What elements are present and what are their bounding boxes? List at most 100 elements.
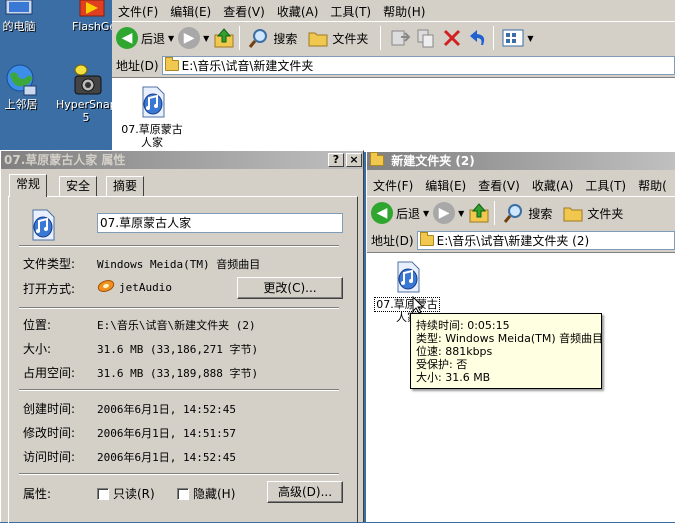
- toolbar-separator: [239, 26, 241, 50]
- address-input[interactable]: E:\音乐\试音\新建文件夹: [161, 56, 675, 75]
- menu-edit[interactable]: 编辑(E): [419, 177, 472, 194]
- file-list-area[interactable]: 07.草原蒙古 人家: [112, 78, 675, 152]
- menu-file[interactable]: 文件(F): [367, 177, 419, 194]
- desktop-icon-network[interactable]: 上邻居: [0, 64, 46, 112]
- menu-help[interactable]: 帮助(H): [377, 3, 431, 20]
- forward-button[interactable]: ▶ ▼: [433, 202, 464, 224]
- forward-arrow-icon: ▶: [433, 202, 456, 224]
- open-with-label: 打开方式:: [23, 282, 76, 296]
- menu-edit[interactable]: 编辑(E): [164, 3, 217, 20]
- search-icon: [504, 204, 523, 223]
- divider: [19, 245, 339, 247]
- back-button[interactable]: ◀ 后退 ▼: [371, 202, 429, 224]
- toolbar-separator: [493, 26, 495, 50]
- search-button[interactable]: 搜索: [248, 27, 297, 49]
- menu-bar: 文件(F) 编辑(E) 查看(V) 收藏(A) 工具(T) 帮助(: [367, 174, 675, 196]
- file-type-label: 文件类型:: [23, 257, 76, 271]
- disk-size-label: 占用空间:: [23, 366, 76, 380]
- file-type-value: Windows Meida(TM) 音频曲目: [97, 258, 261, 271]
- back-button[interactable]: ◀ 后退 ▼: [116, 27, 174, 49]
- copy-to-button[interactable]: [415, 27, 437, 49]
- audio-file-icon: [142, 86, 165, 118]
- address-bar: 地址(D) E:\音乐\试音\新建文件夹 (2): [367, 229, 675, 253]
- file-info-tooltip: 持续时间: 0:05:15 类型: Windows Meida(TM) 音频曲目…: [410, 313, 603, 389]
- mouse-cursor-icon: [412, 296, 424, 314]
- toolbar: ◀ 后退 ▼ ▶ ▼ 搜索 文件夹: [112, 21, 675, 55]
- forward-button[interactable]: ▶ ▼: [178, 27, 209, 49]
- jetaudio-icon: [97, 280, 115, 292]
- menu-help[interactable]: 帮助(: [632, 177, 673, 194]
- folder-icon: [419, 232, 434, 246]
- up-folder-icon: [469, 203, 489, 223]
- toolbar: ◀ 后退 ▼ ▶ ▼ 搜索 文件夹: [367, 196, 675, 230]
- move-to-button[interactable]: [389, 27, 411, 49]
- forward-arrow-icon: ▶: [178, 27, 201, 49]
- folders-icon: [563, 207, 583, 222]
- help-button[interactable]: ?: [328, 153, 344, 167]
- advanced-button[interactable]: 高级(D)...: [267, 481, 343, 503]
- menu-file[interactable]: 文件(F): [112, 3, 164, 20]
- dialog-title: 07.草原蒙古人家 属性: [4, 153, 126, 167]
- hypersnap-camera-icon: [74, 64, 102, 95]
- size-label: 大小:: [23, 342, 52, 356]
- undo-button[interactable]: [467, 27, 489, 49]
- audio-file-icon: [32, 209, 55, 241]
- views-grid-icon: [502, 29, 524, 47]
- dialog-title-bar[interactable]: 07.草原蒙古人家 属性: [1, 151, 363, 169]
- tooltip-bitrate: 位速: 881kbps: [416, 345, 493, 358]
- accessed-label: 访问时间:: [23, 450, 76, 464]
- change-button[interactable]: 更改(C)...: [237, 277, 343, 299]
- toolbar-separator: [494, 201, 496, 225]
- flashget-icon: [79, 0, 105, 17]
- delete-button[interactable]: [441, 27, 463, 49]
- file-item-audio[interactable]: 07.草原蒙古 人家: [112, 86, 192, 149]
- menu-tools[interactable]: 工具(T): [579, 177, 632, 194]
- toolbar-separator: [380, 26, 382, 50]
- up-folder-button[interactable]: [213, 27, 235, 49]
- folders-icon: [308, 32, 328, 47]
- menu-favorites[interactable]: 收藏(A): [526, 177, 580, 194]
- window-title-bar[interactable]: 新建文件夹 (2): [367, 152, 675, 170]
- desktop-icon-flashget[interactable]: FlashGe: [66, 0, 116, 33]
- checkbox-box: [97, 487, 109, 500]
- properties-dialog[interactable]: 07.草原蒙古人家 属性 ? × 常规 安全 摘要 07.草原蒙古人家 文件类型…: [0, 150, 364, 523]
- menu-bar: 文件(F) 编辑(E) 查看(V) 收藏(A) 工具(T) 帮助(H): [112, 0, 675, 22]
- window-title: 新建文件夹 (2): [391, 154, 475, 168]
- menu-tools[interactable]: 工具(T): [324, 3, 377, 20]
- menu-view[interactable]: 查看(V): [472, 177, 526, 194]
- folder-icon: [370, 152, 384, 166]
- folders-button[interactable]: 文件夹: [562, 203, 623, 223]
- explorer-window-back[interactable]: 文件(F) 编辑(E) 查看(V) 收藏(A) 工具(T) 帮助(H) ◀ 后退…: [112, 0, 675, 152]
- close-button[interactable]: ×: [346, 153, 362, 167]
- desktop-icon-label: 的电脑: [2, 20, 36, 33]
- audio-file-icon: [397, 261, 420, 293]
- file-name: 人家: [141, 136, 163, 149]
- tab-summary[interactable]: 摘要: [106, 176, 145, 196]
- menu-view[interactable]: 查看(V): [217, 3, 271, 20]
- views-button[interactable]: ▼: [502, 28, 534, 48]
- network-globe-icon: [6, 64, 37, 96]
- menu-favorites[interactable]: 收藏(A): [271, 3, 325, 20]
- tab-general[interactable]: 常规: [9, 174, 48, 197]
- file-name: 07.草原蒙古: [374, 297, 440, 312]
- folders-button[interactable]: 文件夹: [307, 28, 368, 48]
- desktop-icon-hypersnap[interactable]: HyperSnap 5: [56, 64, 117, 124]
- address-label: 地址(D): [371, 234, 414, 248]
- desktop-icon-my-computer[interactable]: 的电脑: [0, 0, 44, 34]
- undo-icon: [470, 30, 485, 45]
- search-button[interactable]: 搜索: [503, 202, 552, 224]
- tab-security[interactable]: 安全: [59, 176, 98, 196]
- open-with-value: jetAudio: [119, 281, 172, 294]
- back-arrow-icon: ◀: [116, 27, 138, 49]
- readonly-checkbox[interactable]: 只读(R): [97, 485, 155, 502]
- up-folder-button[interactable]: [468, 202, 490, 224]
- folder-icon: [164, 57, 179, 71]
- address-input[interactable]: E:\音乐\试音\新建文件夹 (2): [416, 231, 675, 250]
- accessed-value: 2006年6月1日, 14:52:45: [97, 451, 236, 464]
- computer-icon: [5, 0, 33, 15]
- file-name-input[interactable]: 07.草原蒙古人家: [97, 213, 343, 233]
- file-name: 07.草原蒙古: [121, 123, 183, 136]
- attributes-label: 属性:: [23, 487, 52, 501]
- desktop-icon-label: 上邻居: [4, 98, 38, 111]
- hidden-checkbox[interactable]: 隐藏(H): [177, 485, 235, 502]
